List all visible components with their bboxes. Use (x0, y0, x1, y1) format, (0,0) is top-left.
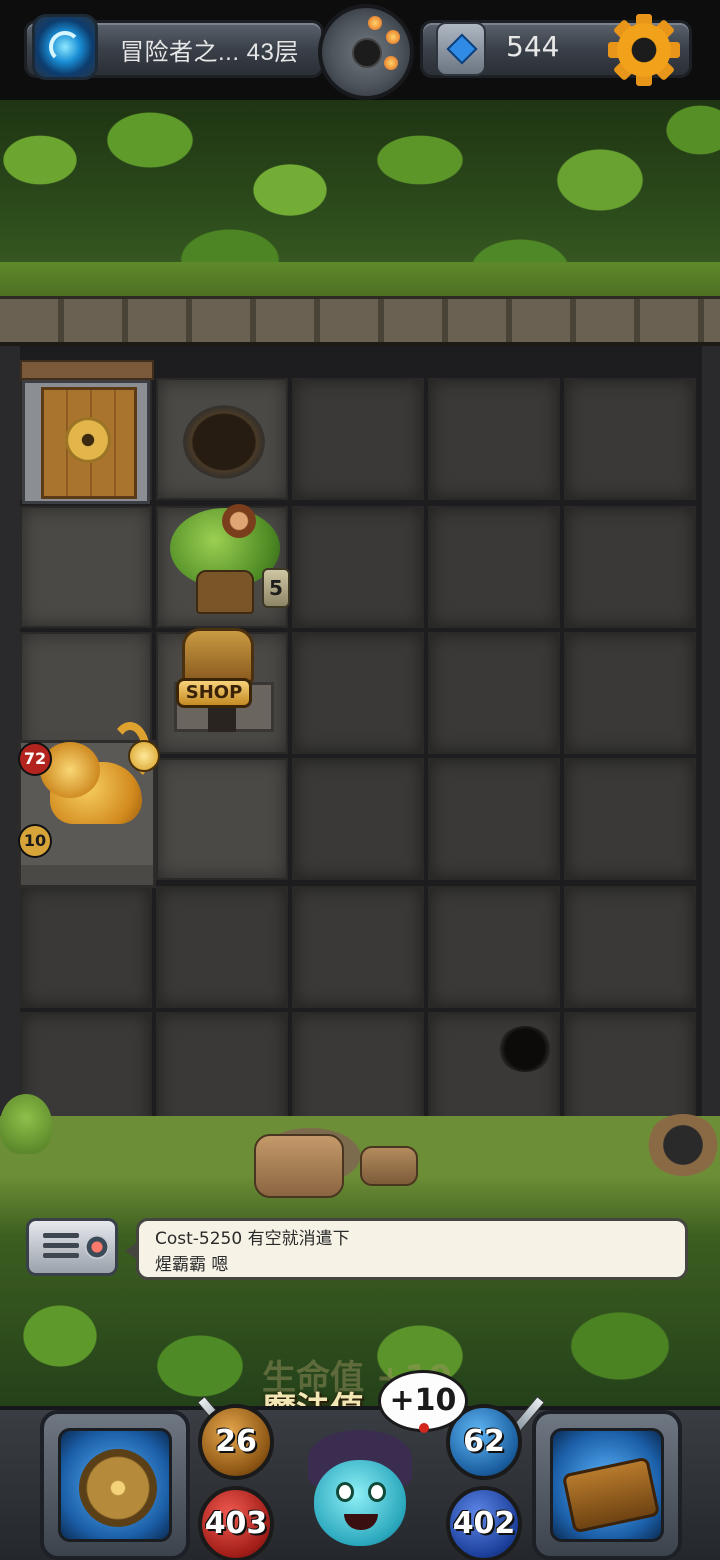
board-tile[interactable] (156, 886, 288, 1008)
door-beam (20, 360, 154, 380)
hp-orb: 403 (198, 1486, 274, 1560)
board-tile[interactable] (428, 758, 560, 880)
chat-line-1: Cost-5250 有空就消遣下 (155, 1229, 350, 1249)
tree-counter-badge: 5 (262, 568, 290, 608)
settings-button[interactable] (606, 12, 682, 88)
monster-hp-badge: 10 (18, 824, 52, 858)
rock (254, 1134, 344, 1198)
spider-critter (646, 1114, 720, 1176)
rock (360, 1146, 418, 1186)
board-tile[interactable] (564, 378, 696, 500)
board-tile[interactable] (20, 506, 152, 628)
gem-icon (436, 22, 486, 76)
board-tile[interactable] (428, 378, 560, 500)
stairs-down-pit[interactable] (162, 386, 286, 498)
monkey-icon (222, 504, 256, 538)
compass-icon (79, 1449, 157, 1527)
board-tile[interactable] (292, 886, 424, 1008)
floor-label: 冒险者之... 43层 (120, 39, 299, 66)
spellbook-button[interactable] (532, 1410, 682, 1560)
chat-message-box[interactable]: Cost-5250 有空就消遣下 煋霸霸 嗯 (125, 1218, 688, 1280)
board-tile[interactable] (292, 506, 424, 628)
board-tile[interactable] (292, 378, 424, 500)
wall-left (0, 346, 20, 1116)
board-tile[interactable] (156, 758, 288, 880)
sword-icon (128, 740, 160, 772)
chat-line-2: 煋霸霸 嗯 (155, 1255, 229, 1275)
board-tile[interactable] (564, 758, 696, 880)
spellbook-icon (561, 1456, 661, 1534)
stone-wall-top (0, 296, 720, 346)
bomb-icon[interactable] (318, 4, 414, 100)
board-tile[interactable] (428, 632, 560, 754)
shop-sign: SHOP (176, 678, 252, 708)
board-tile[interactable] (292, 758, 424, 880)
hero-button[interactable] (40, 1410, 190, 1560)
mp-orb: 402 (446, 1486, 522, 1560)
bubble-text: +10 (389, 1383, 457, 1418)
gem-count: 544 (506, 30, 560, 63)
attack-orb: 26 (198, 1404, 274, 1480)
chat-menu-button[interactable] (26, 1218, 118, 1276)
board-tile[interactable] (20, 886, 152, 1008)
frog-critter (0, 1094, 52, 1154)
board-tile[interactable] (564, 632, 696, 754)
player-avatar[interactable] (300, 1430, 420, 1550)
speech-bubble: +10 (378, 1370, 468, 1433)
board-tile[interactable] (564, 886, 696, 1008)
notification-icon (85, 1235, 109, 1259)
board-tile[interactable] (564, 506, 696, 628)
board-tile[interactable] (428, 506, 560, 628)
monster-attack-badge: 72 (18, 742, 52, 776)
floor-hole[interactable] (498, 1026, 552, 1072)
wall-right (702, 346, 720, 1116)
locked-door[interactable] (22, 380, 150, 504)
portal-icon[interactable] (32, 14, 98, 80)
board-tile[interactable] (292, 632, 424, 754)
keyhole-icon (65, 417, 111, 463)
board-tile[interactable] (428, 886, 560, 1008)
